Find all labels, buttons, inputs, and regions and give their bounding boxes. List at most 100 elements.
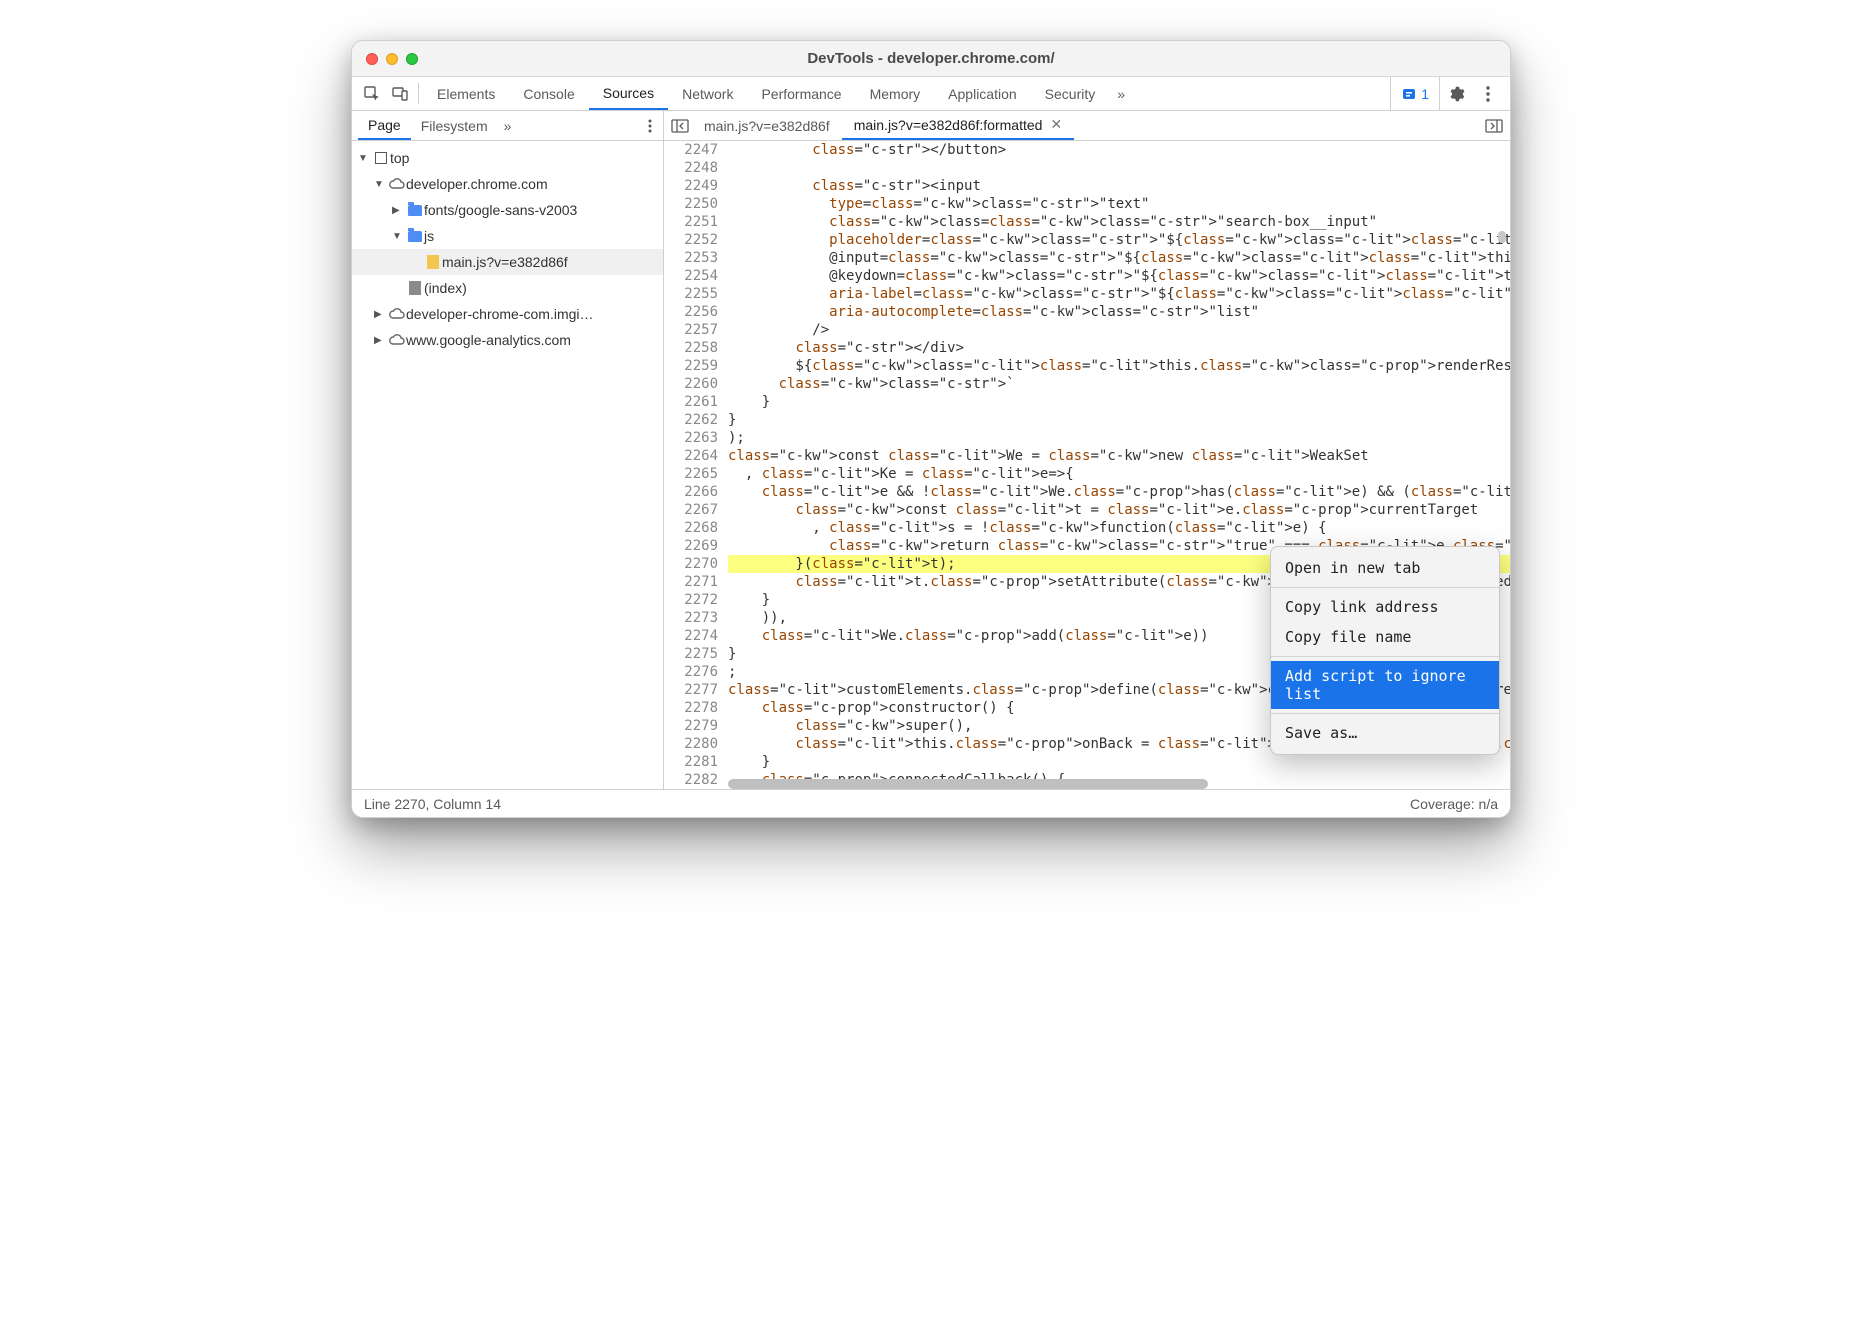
editor-pane: main.js?v=e382d86f main.js?v=e382d86f:fo…	[664, 111, 1510, 789]
issues-icon	[1401, 86, 1417, 102]
horizontal-scrollbar[interactable]	[728, 779, 1208, 789]
folder-icon	[408, 231, 422, 242]
code-line[interactable]: class="c-kw">const class="c-lit">t = cla…	[728, 501, 1510, 519]
code-line[interactable]: placeholder=class="c-kw">class="c-str">"…	[728, 231, 1510, 249]
sidebar-tab-page[interactable]: Page	[358, 111, 411, 140]
inspect-element-icon[interactable]	[358, 77, 386, 110]
frame-icon	[375, 152, 387, 164]
code-line[interactable]: }	[728, 753, 1510, 771]
toggle-navigator-icon[interactable]	[668, 119, 692, 133]
cloud-icon	[388, 308, 406, 320]
kebab-menu-icon[interactable]	[1472, 77, 1504, 110]
chevron-down-icon: ▼	[374, 179, 388, 190]
code-line[interactable]	[728, 159, 1510, 177]
tab-sources[interactable]: Sources	[589, 77, 668, 110]
sidebar-tabs-overflow[interactable]: »	[498, 111, 518, 140]
menu-add-to-ignore-list[interactable]: Add script to ignore list	[1271, 661, 1499, 709]
code-line[interactable]: class="c-lit">e && !class="c-lit">We.cla…	[728, 483, 1510, 501]
close-icon[interactable]: ✕	[1050, 116, 1062, 133]
tree-domain-imgix[interactable]: ▶ developer-chrome-com.imgix.net	[352, 301, 663, 327]
code-line[interactable]: aria-label=class="c-kw">class="c-str">"$…	[728, 285, 1510, 303]
tree-label: (index)	[424, 280, 467, 296]
sidebar-tab-filesystem[interactable]: Filesystem	[411, 111, 498, 140]
status-bar: Line 2270, Column 14 Coverage: n/a	[352, 789, 1510, 817]
cursor-position: Line 2270, Column 14	[364, 796, 501, 812]
menu-divider	[1271, 587, 1499, 588]
cloud-icon	[388, 334, 406, 346]
titlebar: DevTools - developer.chrome.com/	[352, 41, 1510, 77]
js-file-icon	[427, 255, 439, 269]
code-line[interactable]: type=class="c-kw">class="c-str">"text"	[728, 195, 1510, 213]
device-toolbar-icon[interactable]	[386, 77, 414, 110]
vertical-scrollbar[interactable]	[1498, 231, 1506, 243]
tab-network[interactable]: Network	[668, 77, 747, 110]
code-editor[interactable]: 2247224822492250225122522253225422552256…	[664, 141, 1510, 789]
menu-open-in-new-tab[interactable]: Open in new tab	[1271, 553, 1499, 583]
context-menu: Open in new tab Copy link address Copy f…	[1270, 546, 1500, 755]
tree-file-index[interactable]: (index)	[352, 275, 663, 301]
code-line[interactable]: class="c-kw">const class="c-lit">We = cl…	[728, 447, 1510, 465]
code-line[interactable]: }	[728, 411, 1510, 429]
editor-tab-mainjs-formatted[interactable]: main.js?v=e382d86f:formatted ✕	[842, 111, 1074, 140]
code-line[interactable]: class="c-str"><input	[728, 177, 1510, 195]
coverage-status: Coverage: n/a	[1410, 796, 1498, 812]
tree-label: fonts/google-sans-v2003	[424, 202, 577, 218]
toggle-debugger-icon[interactable]	[1482, 119, 1506, 133]
tree-label: www.google-analytics.com	[406, 332, 571, 348]
editor-tabs: main.js?v=e382d86f main.js?v=e382d86f:fo…	[664, 111, 1510, 141]
code-line[interactable]: @keydown=class="c-kw">class="c-str">"${c…	[728, 267, 1510, 285]
editor-tab-label: main.js?v=e382d86f	[704, 118, 830, 134]
tab-elements[interactable]: Elements	[423, 77, 509, 110]
line-number-gutter: 2247224822492250225122522253225422552256…	[664, 141, 728, 789]
code-line[interactable]: , class="c-lit">Ke = class="c-lit">e=>{	[728, 465, 1510, 483]
panel-body: Page Filesystem » ▼ top ▼	[352, 111, 1510, 789]
menu-divider	[1271, 656, 1499, 657]
sidebar-kebab-icon[interactable]	[637, 119, 663, 133]
menu-copy-file-name[interactable]: Copy file name	[1271, 622, 1499, 652]
tab-console[interactable]: Console	[509, 77, 588, 110]
tabs-overflow[interactable]: »	[1109, 77, 1133, 110]
file-tree: ▼ top ▼ developer.chrome.com ▶ fonts/goo…	[352, 141, 663, 789]
navigator-sidebar: Page Filesystem » ▼ top ▼	[352, 111, 664, 789]
code-line[interactable]: );	[728, 429, 1510, 447]
tree-domain-ga[interactable]: ▶ www.google-analytics.com	[352, 327, 663, 353]
tree-top-frame[interactable]: ▼ top	[352, 145, 663, 171]
chevron-right-icon: ▶	[374, 309, 388, 320]
document-icon	[409, 281, 421, 295]
sidebar-tabs: Page Filesystem »	[352, 111, 663, 141]
code-line[interactable]: ${class="c-kw">class="c-lit">class="c-li…	[728, 357, 1510, 375]
editor-tab-label: main.js?v=e382d86f:formatted	[854, 117, 1043, 133]
code-line[interactable]: aria-autocomplete=class="c-kw">class="c-…	[728, 303, 1510, 321]
issues-count: 1	[1421, 86, 1429, 102]
code-line[interactable]: }	[728, 393, 1510, 411]
code-line[interactable]: @input=class="c-kw">class="c-str">"${cla…	[728, 249, 1510, 267]
settings-icon[interactable]	[1440, 77, 1472, 110]
chevron-right-icon: ▶	[374, 335, 388, 346]
code-line[interactable]: class="c-str"></div>	[728, 339, 1510, 357]
code-line[interactable]: class="c-kw">class="c-str">`	[728, 375, 1510, 393]
code-line[interactable]: , class="c-lit">s = !class="c-kw">functi…	[728, 519, 1510, 537]
chevron-right-icon: ▶	[392, 205, 406, 216]
tab-security[interactable]: Security	[1031, 77, 1110, 110]
tree-folder-js[interactable]: ▼ js	[352, 223, 663, 249]
folder-icon	[408, 205, 422, 216]
tree-file-mainjs[interactable]: main.js?v=e382d86f	[352, 249, 663, 275]
chevron-down-icon: ▼	[358, 153, 372, 164]
window-title: DevTools - developer.chrome.com/	[352, 50, 1510, 67]
tab-application[interactable]: Application	[934, 77, 1031, 110]
tab-memory[interactable]: Memory	[856, 77, 935, 110]
tree-label: main.js?v=e382d86f	[442, 254, 568, 270]
tree-domain[interactable]: ▼ developer.chrome.com	[352, 171, 663, 197]
code-line[interactable]: />	[728, 321, 1510, 339]
menu-copy-link-address[interactable]: Copy link address	[1271, 592, 1499, 622]
tab-performance[interactable]: Performance	[747, 77, 855, 110]
tree-folder-fonts[interactable]: ▶ fonts/google-sans-v2003	[352, 197, 663, 223]
issues-button[interactable]: 1	[1390, 77, 1440, 110]
code-line[interactable]: class="c-kw">class=class="c-kw">class="c…	[728, 213, 1510, 231]
code-line[interactable]: class="c-str"></button>	[728, 141, 1510, 159]
menu-save-as[interactable]: Save as…	[1271, 718, 1499, 748]
cloud-icon	[388, 178, 406, 190]
tree-label: js	[424, 228, 434, 244]
tree-label: top	[390, 150, 409, 166]
editor-tab-mainjs[interactable]: main.js?v=e382d86f	[692, 111, 842, 140]
